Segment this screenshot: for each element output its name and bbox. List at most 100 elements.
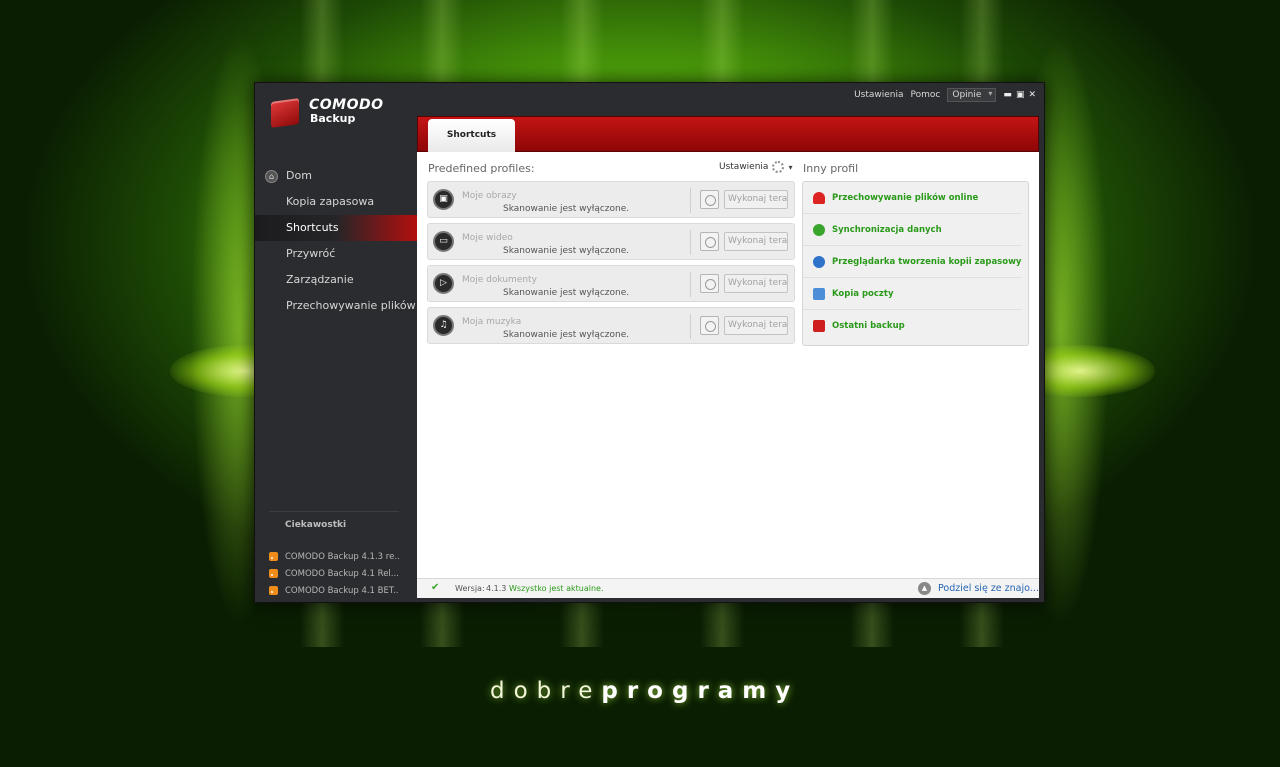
update-status: Wszystko jest aktualne. xyxy=(509,584,604,593)
sidebar-item-home[interactable]: ⌂ Dom xyxy=(255,163,417,189)
profile-name: Moje wideo xyxy=(462,233,513,243)
profile-row-pictures[interactable]: ▣ Moje obrazy Skanowanie jest wyłączone.… xyxy=(427,181,795,218)
schedule-clock-icon[interactable] xyxy=(700,274,719,293)
gear-icon xyxy=(772,161,785,173)
profiles-settings-label: Ustawienia xyxy=(719,162,769,172)
logo-product: Backup xyxy=(310,112,356,125)
news-item-label: COMODO Backup 4.1 BET... xyxy=(285,585,399,596)
watermark-part1: dobre xyxy=(490,678,602,704)
sidebar-item-label: Kopia zapasowa xyxy=(286,195,375,208)
other-item-label: Kopia poczty xyxy=(832,288,894,299)
main-panel: Predefined profiles: Ustawienia ▾ Inny p… xyxy=(417,152,1039,578)
profile-row-documents[interactable]: ▷ Moje dokumenty Skanowanie jest wyłączo… xyxy=(427,265,795,302)
comodo-logo-icon xyxy=(271,98,299,128)
profile-name: Moje obrazy xyxy=(462,191,517,201)
news-item[interactable]: COMODO Backup 4.1 Rel... xyxy=(269,565,399,582)
predefined-profiles-title: Predefined profiles: xyxy=(428,162,535,175)
close-button[interactable]: ✕ xyxy=(1028,90,1036,100)
tab-bar: Shortcuts xyxy=(417,116,1039,153)
other-item-label: Ostatni backup xyxy=(832,321,905,331)
status-bar: ✔ Wersja: 4.1.3 Wszystko jest aktualne. … xyxy=(417,578,1039,598)
run-now-button[interactable]: Wykonaj tera... xyxy=(724,316,788,335)
other-profiles-panel: Przechowywanie plików online Synchroniza… xyxy=(802,181,1029,346)
divider xyxy=(690,188,691,213)
divider xyxy=(690,314,691,339)
mail-icon xyxy=(813,287,825,300)
image-icon: ▣ xyxy=(433,189,454,210)
rss-icon xyxy=(269,586,278,595)
sidebar-item-manage[interactable]: Zarządzanie xyxy=(255,267,417,293)
sidebar-item-shortcuts[interactable]: Shortcuts xyxy=(255,215,417,241)
news-item-label: COMODO Backup 4.1 Rel... xyxy=(285,568,399,579)
run-now-button[interactable]: Wykonaj tera... xyxy=(724,190,788,209)
news-item[interactable]: COMODO Backup 4.1 BET... xyxy=(269,582,399,599)
feedback-dropdown[interactable]: Opinie xyxy=(947,88,997,102)
sidebar-item-restore[interactable]: Przywróć xyxy=(255,241,417,267)
sidebar-item-online-storage[interactable]: Przechowywanie plików ... xyxy=(255,293,417,319)
music-icon: ♫ xyxy=(433,315,454,336)
news-panel: Ciekawostki COMODO Backup 4.1.3 re... CO… xyxy=(269,511,399,599)
other-item-online-storage[interactable]: Przechowywanie plików online xyxy=(803,182,1022,214)
other-item-last-backup[interactable]: Ostatni backup xyxy=(803,310,1022,342)
share-icon[interactable]: ▲ xyxy=(918,582,931,595)
maximize-button[interactable]: ▣ xyxy=(1016,90,1025,100)
run-now-button[interactable]: Wykonaj tera... xyxy=(724,274,788,293)
other-item-label: Synchronizacja danych xyxy=(832,224,942,235)
run-now-button[interactable]: Wykonaj tera... xyxy=(724,232,788,251)
news-item[interactable]: COMODO Backup 4.1.3 re... xyxy=(269,548,399,565)
sync-icon xyxy=(813,223,825,236)
other-item-sync[interactable]: Synchronizacja danych xyxy=(803,214,1022,246)
last-backup-icon xyxy=(813,320,825,332)
profile-status: Skanowanie jest wyłączone. xyxy=(503,246,630,256)
other-item-browser-backup[interactable]: Przeglądarka tworzenia kopii zapasowych … xyxy=(803,246,1022,278)
browser-icon xyxy=(813,255,825,268)
dobreprogramy-watermark: dobreprogramy xyxy=(490,678,799,704)
profile-list: ▣ Moje obrazy Skanowanie jest wyłączone.… xyxy=(427,181,795,349)
cloud-icon xyxy=(813,191,825,204)
home-icon: ⌂ xyxy=(265,170,278,183)
divider xyxy=(690,230,691,255)
version-number: 4.1.3 xyxy=(486,584,507,593)
divider xyxy=(690,272,691,297)
minimize-button[interactable]: ▬ xyxy=(1003,90,1012,100)
document-icon: ▷ xyxy=(433,273,454,294)
sidebar-item-label: Shortcuts xyxy=(286,221,339,234)
sidebar-item-label: Dom xyxy=(286,169,312,182)
rss-icon xyxy=(269,552,278,561)
watermark-part2: programy xyxy=(601,678,800,704)
sidebar-item-label: Przywróć xyxy=(286,247,336,260)
help-menu-link[interactable]: Pomoc xyxy=(911,90,941,100)
sidebar-item-backup[interactable]: Kopia zapasowa xyxy=(255,189,417,215)
sidebar-item-label: Zarządzanie xyxy=(286,273,354,286)
top-menu: Ustawienia Pomoc Opinie ▬ ▣ ✕ xyxy=(854,87,1036,103)
news-item-label: COMODO Backup 4.1.3 re... xyxy=(285,551,399,562)
profile-row-video[interactable]: ▭ Moje wideo Skanowanie jest wyłączone. … xyxy=(427,223,795,260)
rss-icon xyxy=(269,569,278,578)
other-profile-title: Inny profil xyxy=(803,162,859,175)
profile-status: Skanowanie jest wyłączone. xyxy=(503,204,630,214)
sidebar: ⌂ Dom Kopia zapasowa Shortcuts Przywróć … xyxy=(255,163,417,319)
app-logo: COMODO Backup xyxy=(269,97,399,131)
profiles-settings-dropdown[interactable]: Ustawienia ▾ xyxy=(719,161,792,173)
schedule-clock-icon[interactable] xyxy=(700,316,719,335)
share-link[interactable]: Podziel się ze znajo... xyxy=(938,583,1039,594)
profile-name: Moje dokumenty xyxy=(462,275,537,285)
version-label: Wersja: xyxy=(455,584,485,593)
settings-menu-link[interactable]: Ustawienia xyxy=(854,90,903,100)
sidebar-item-label: Przechowywanie plików ... xyxy=(286,299,417,312)
app-window: COMODO Backup Ustawienia Pomoc Opinie ▬ … xyxy=(254,82,1045,603)
tab-shortcuts[interactable]: Shortcuts xyxy=(428,119,515,153)
video-icon: ▭ xyxy=(433,231,454,252)
schedule-clock-icon[interactable] xyxy=(700,232,719,251)
logo-brand: COMODO xyxy=(309,97,384,113)
other-item-label: Przechowywanie plików online xyxy=(832,192,979,203)
other-item-label: Przeglądarka tworzenia kopii zapasowych … xyxy=(832,256,1022,267)
check-icon: ✔ xyxy=(431,582,440,593)
chevron-down-icon: ▾ xyxy=(788,162,793,172)
other-item-mail-backup[interactable]: Kopia poczty xyxy=(803,278,1022,310)
schedule-clock-icon[interactable] xyxy=(700,190,719,209)
news-title: Ciekawostki xyxy=(269,511,399,530)
profile-status: Skanowanie jest wyłączone. xyxy=(503,288,630,298)
profile-status: Skanowanie jest wyłączone. xyxy=(503,330,630,340)
profile-row-music[interactable]: ♫ Moja muzyka Skanowanie jest wyłączone.… xyxy=(427,307,795,344)
